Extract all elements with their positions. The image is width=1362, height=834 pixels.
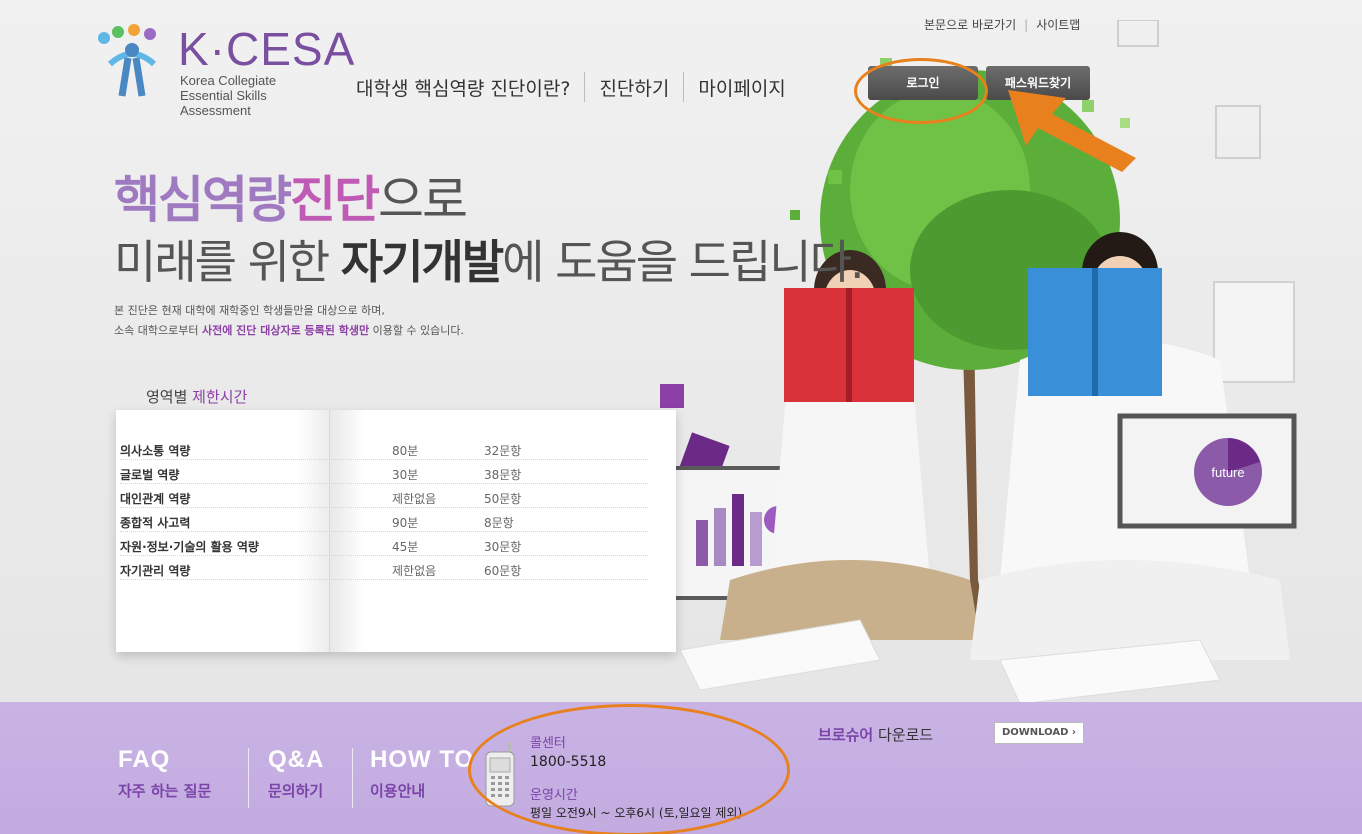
hero-headline-2: 미래를 위한 자기개발에 도움을 드립니다. — [114, 226, 865, 292]
chart-bar — [750, 512, 762, 566]
qna-link[interactable]: Q&A 문의하기 — [268, 746, 324, 801]
question-count: 30문항 — [484, 540, 522, 554]
intro-text-2: 소속 대학으로부터 사전에 진단 대상자로 등록된 학생만 이용할 수 있습니다… — [114, 322, 464, 338]
frame-deco — [1213, 281, 1295, 383]
boy-legs — [970, 560, 1290, 660]
table-row: 글로벌 역량 30분 38문항 — [120, 460, 648, 484]
hero-headline-1: 핵심역량진단으로 — [114, 160, 468, 232]
faq-subtitle: 자주 하는 질문 — [118, 782, 212, 800]
brochure-label-highlight: 브로슈어 — [818, 726, 874, 744]
time-limit: 제한없음 — [392, 564, 437, 578]
headline2-suffix: 에 도움을 드립니다. — [502, 235, 864, 289]
question-count: 38문항 — [484, 468, 522, 482]
table-row: 대인관계 역량 제한없음 50문항 — [120, 484, 648, 508]
headline-assessment: 진단 — [290, 171, 380, 229]
page: future K·CESA Korea Collegiate Essential… — [0, 0, 1362, 834]
top-links-divider: | — [1024, 17, 1029, 32]
footer-divider — [352, 748, 353, 808]
area-name: 대인관계 역량 — [120, 492, 191, 506]
purple-cube — [660, 384, 684, 408]
intro2-highlight: 사전에 진단 대상자로 등록된 학생만 — [201, 324, 370, 337]
skip-to-content-link[interactable]: 본문으로 바로가기 — [924, 16, 1016, 33]
question-count: 50문항 — [484, 492, 522, 506]
time-limit: 80분 — [392, 444, 419, 458]
area-name: 의사소통 역량 — [120, 444, 191, 458]
area-name: 자기관리 역량 — [120, 564, 191, 578]
cube — [828, 170, 842, 184]
time-limit: 30분 — [392, 468, 419, 482]
logo[interactable]: K·CESA Korea Collegiate Essential Skills… — [92, 20, 354, 118]
orange-arrow-icon — [1008, 90, 1136, 172]
table-row: 자원·정보·기술의 활용 역량 45분 30문항 — [120, 532, 648, 556]
area-name: 글로벌 역량 — [120, 468, 180, 482]
howto-subtitle: 이용안내 — [370, 782, 426, 800]
timetable-title: 영역별 제한시간 — [146, 386, 247, 407]
call-center-highlight-circle — [468, 704, 790, 834]
headline2-bold: 자기개발 — [340, 235, 504, 289]
intro2-suffix: 이용할 수 있습니다. — [369, 324, 465, 337]
time-limit: 90분 — [392, 516, 419, 530]
brochure-label-suffix: 다운로드 — [873, 726, 934, 744]
frame-deco — [1117, 20, 1159, 47]
logo-subtitle: Essential Skills Assessment — [180, 88, 267, 118]
top-links: 본문으로 바로가기 | 사이트맵 — [924, 16, 1080, 33]
qna-title: Q&A — [268, 746, 325, 773]
headline2-prefix: 미래를 위한 — [114, 235, 341, 289]
timetable-title-highlight: 제한시간 — [192, 388, 248, 406]
red-book-spine — [846, 288, 852, 402]
qna-subtitle: 문의하기 — [268, 782, 324, 800]
logo-subtitle: Korea Collegiate — [180, 73, 277, 88]
howto-link[interactable]: HOW TO 이용안내 — [370, 746, 474, 801]
logo-mark-icon — [98, 24, 157, 97]
chart-bar — [696, 520, 708, 566]
question-count: 60문항 — [484, 564, 522, 578]
time-limit: 45분 — [392, 540, 419, 554]
hero-illustration: future — [660, 20, 1297, 704]
headline-suffix: 으로 — [378, 171, 468, 229]
frame-deco — [1215, 105, 1261, 159]
brochure-label: 브로슈어 다운로드 — [818, 724, 933, 745]
table-row: 자기관리 역량 제한없음 60문항 — [120, 556, 648, 580]
headline-core-competency: 핵심역량 — [114, 171, 292, 229]
blue-book-spine — [1092, 268, 1098, 396]
faq-title: FAQ — [118, 746, 171, 773]
timetable-book: 의사소통 역량 80분 32문항 글로벌 역량 30분 38문항 대인관계 역량… — [116, 410, 676, 652]
time-limit: 제한없음 — [392, 492, 437, 506]
footer-divider — [248, 748, 249, 808]
nav-about[interactable]: 대학생 핵심역량 진단이란? — [356, 74, 584, 101]
sitemap-link[interactable]: 사이트맵 — [1036, 16, 1080, 33]
cube — [790, 210, 800, 220]
table-row: 의사소통 역량 80분 32문항 — [120, 436, 648, 460]
chart-bar — [714, 508, 726, 566]
main-nav: 대학생 핵심역량 진단이란? 진단하기 마이페이지 — [356, 72, 800, 102]
question-count: 32문항 — [484, 444, 522, 458]
login-highlight-circle — [854, 58, 988, 124]
timetable-title-prefix: 영역별 — [146, 388, 193, 406]
faq-link[interactable]: FAQ 자주 하는 질문 — [118, 746, 211, 801]
table-row: 종합적 사고력 90분 8문항 — [120, 508, 648, 532]
howto-title: HOW TO — [370, 746, 475, 773]
intro2-prefix: 소속 대학으로부터 — [114, 324, 202, 337]
question-count: 8문항 — [484, 516, 514, 530]
intro-text-1: 본 진단은 현재 대학에 재학중인 학생들만을 대상으로 하며, — [114, 304, 385, 317]
chart-bar — [732, 494, 744, 566]
area-name: 종합적 사고력 — [120, 516, 191, 530]
nav-assessment[interactable]: 진단하기 — [585, 74, 683, 101]
area-name: 자원·정보·기술의 활용 역량 — [120, 540, 259, 554]
nav-mypage[interactable]: 마이페이지 — [684, 74, 799, 101]
timetable-rows: 의사소통 역량 80분 32문항 글로벌 역량 30분 38문항 대인관계 역량… — [116, 436, 676, 580]
future-label: future — [1211, 465, 1244, 480]
download-button[interactable]: DOWNLOAD › — [994, 722, 1084, 744]
logo-title: K·CESA — [178, 23, 356, 75]
